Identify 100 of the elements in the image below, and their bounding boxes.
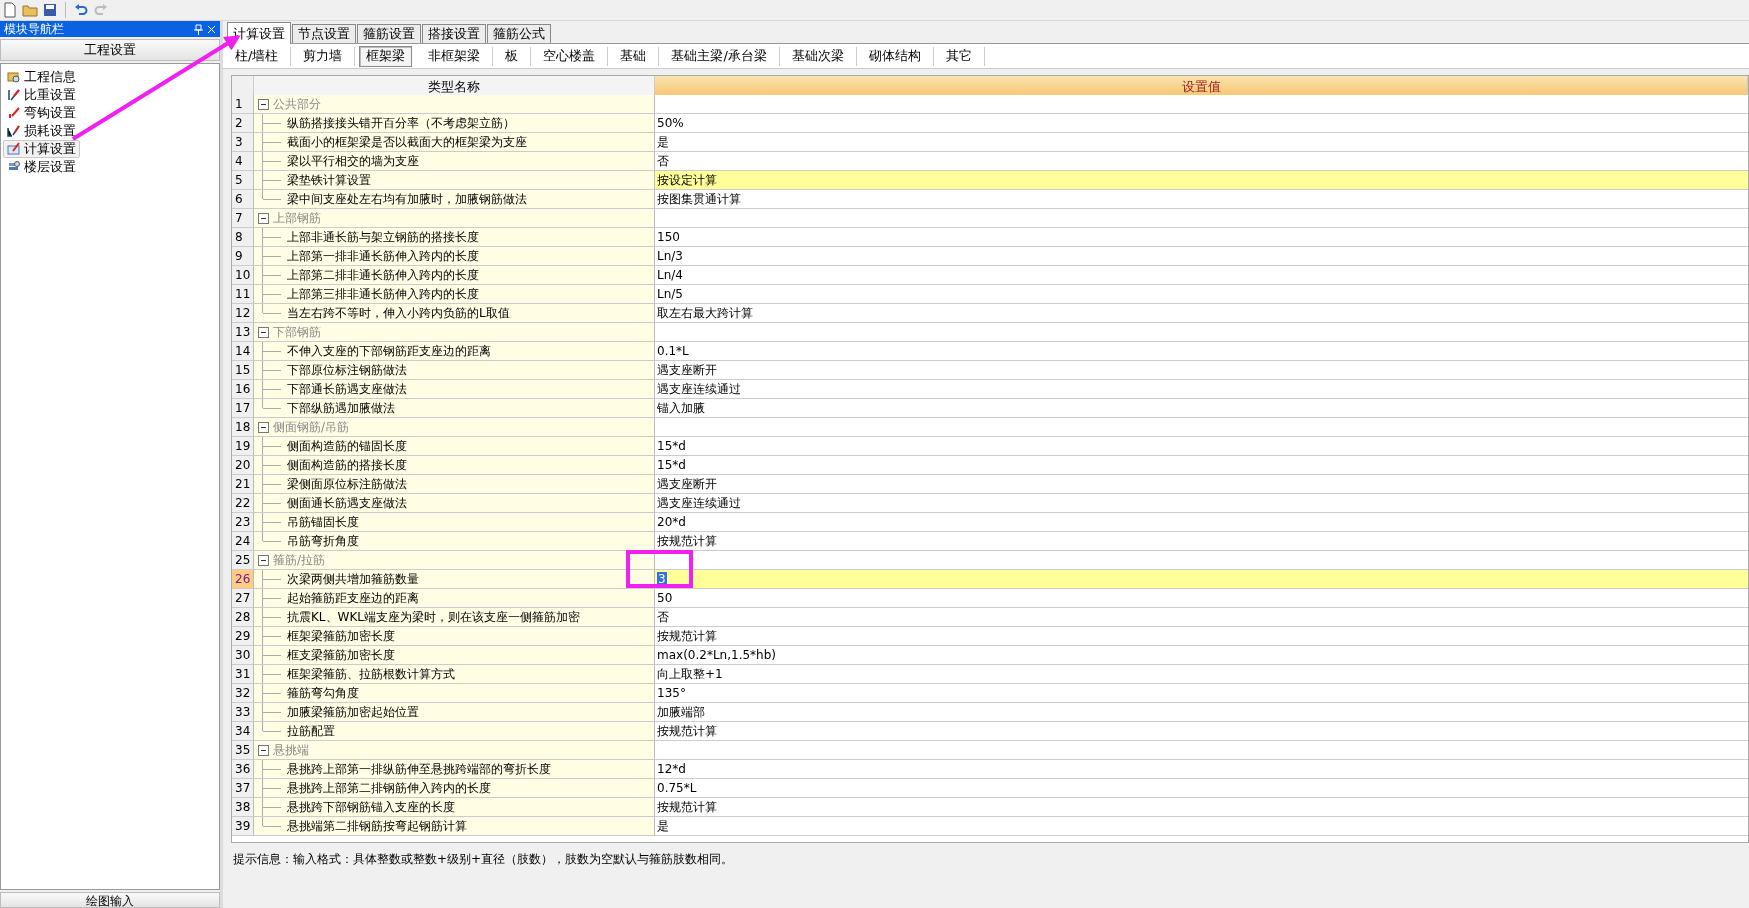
setting-value[interactable]: 50 <box>657 591 673 605</box>
row-number: 18 <box>232 418 254 437</box>
collapse-icon[interactable] <box>258 98 269 110</box>
category-tab[interactable]: 非框架梁 <box>416 46 494 66</box>
form-icon <box>7 142 21 156</box>
tab[interactable]: 搭接设置 <box>422 24 486 43</box>
category-tab[interactable]: 框架梁 <box>359 45 413 67</box>
setting-value[interactable]: 15*d <box>657 439 686 453</box>
setting-value[interactable]: 遇支座断开 <box>657 361 717 379</box>
row-number: 30 <box>232 646 254 665</box>
setting-value[interactable]: 向上取整+1 <box>657 665 723 683</box>
setting-value[interactable]: 遇支座连续通过 <box>657 494 741 512</box>
category-tab[interactable]: 基础次梁 <box>779 46 857 66</box>
collapse-icon[interactable] <box>258 744 269 756</box>
undo-icon[interactable] <box>73 2 89 18</box>
row-number: 26 <box>232 570 254 589</box>
setting-value[interactable]: Ln/4 <box>657 268 683 282</box>
setting-value[interactable]: 15*d <box>657 458 686 472</box>
nav-item[interactable]: 计算设置 <box>3 140 80 158</box>
setting-name: 侧面构造筋的锚固长度 <box>287 437 407 455</box>
section-header[interactable]: 工程设置 <box>0 39 220 61</box>
category-tab[interactable]: 其它 <box>933 46 985 66</box>
row-number: 13 <box>232 323 254 342</box>
collapse-icon[interactable] <box>258 326 269 338</box>
pencil-icon <box>7 124 21 138</box>
panel-title-bar: 模块导航栏 <box>0 21 220 37</box>
setting-name: 梁中间支座处左右均有加腋时，加腋钢筋做法 <box>287 190 527 208</box>
category-tab[interactable]: 基础主梁/承台梁 <box>659 46 780 66</box>
save-icon[interactable] <box>42 2 58 18</box>
setting-value[interactable]: 按规范计算 <box>657 532 717 550</box>
category-tab[interactable]: 柱/墙柱 <box>223 46 292 66</box>
row-number: 14 <box>232 342 254 361</box>
setting-value[interactable]: 按规范计算 <box>657 627 717 645</box>
close-icon[interactable] <box>207 24 216 34</box>
nav-item[interactable]: 弯钩设置 <box>3 104 80 122</box>
setting-value[interactable]: Ln/5 <box>657 287 683 301</box>
setting-name: 梁侧面原位标注筋做法 <box>287 475 407 493</box>
setting-value[interactable]: 按规范计算 <box>657 722 717 740</box>
setting-name: 悬挑跨上部第二排钢筋伸入跨内的长度 <box>287 779 491 797</box>
category-tab[interactable]: 砌体结构 <box>856 46 934 66</box>
setting-name: 吊筋弯折角度 <box>287 532 359 550</box>
setting-value[interactable]: max(0.2*Ln,1.5*hb) <box>657 648 776 662</box>
row-number: 28 <box>232 608 254 627</box>
row-number: 31 <box>232 665 254 684</box>
setting-value[interactable]: 0.75*L <box>657 781 697 795</box>
collapse-icon[interactable] <box>258 421 269 433</box>
setting-value[interactable]: 按规范计算 <box>657 798 717 816</box>
nav-item[interactable]: 楼层设置 <box>3 158 80 176</box>
setting-value[interactable]: 加腋端部 <box>657 703 705 721</box>
setting-value[interactable]: 3 <box>657 572 667 586</box>
setting-value[interactable]: Ln/3 <box>657 249 683 263</box>
category-tab[interactable]: 空心楼盖 <box>531 46 609 66</box>
row-number: 5 <box>232 171 254 190</box>
row-number: 27 <box>232 589 254 608</box>
hint-text: 提示信息：输入格式：具体整数或整数+级别+直径（肢数），肢数为空默认与箍筋肢数相同。 <box>233 851 735 868</box>
setting-value[interactable]: 遇支座连续通过 <box>657 380 741 398</box>
category-tab[interactable]: 剪力墙 <box>291 46 356 66</box>
collapse-icon[interactable] <box>258 212 269 224</box>
setting-value[interactable]: 20*d <box>657 515 686 529</box>
setting-value[interactable]: 0.1*L <box>657 344 689 358</box>
setting-name: 上部非通长筋与架立钢筋的搭接长度 <box>287 228 479 246</box>
setting-value[interactable]: 150 <box>657 230 680 244</box>
pencil-icon <box>7 106 21 120</box>
row-number: 25 <box>232 551 254 570</box>
magnifier-folder-icon <box>7 70 21 84</box>
collapse-icon[interactable] <box>258 554 269 566</box>
group-label: 悬挑端 <box>273 741 309 759</box>
setting-value[interactable]: 135° <box>657 686 686 700</box>
setting-name: 框架梁箍筋加密长度 <box>287 627 395 645</box>
row-number: 22 <box>232 494 254 513</box>
nav-item[interactable]: 比重设置 <box>3 86 80 104</box>
setting-value[interactable]: 否 <box>657 608 669 626</box>
setting-value[interactable]: 否 <box>657 152 669 170</box>
tab[interactable]: 箍筋公式 <box>487 24 551 43</box>
row-number: 33 <box>232 703 254 722</box>
tab[interactable]: 节点设置 <box>292 24 356 43</box>
category-tab[interactable]: 基础 <box>608 46 660 66</box>
setting-value[interactable]: 按图集贯通计算 <box>657 190 741 208</box>
folder-icon[interactable] <box>22 2 38 18</box>
setting-value[interactable]: 取左右最大跨计算 <box>657 304 753 322</box>
setting-name: 悬挑跨下部钢筋锚入支座的长度 <box>287 798 455 816</box>
setting-value[interactable]: 12*d <box>657 762 686 776</box>
setting-value[interactable]: 50% <box>657 116 684 130</box>
new-file-icon[interactable] <box>2 2 18 18</box>
setting-name: 箍筋弯勾角度 <box>287 684 359 702</box>
nav-item[interactable]: 工程信息 <box>3 68 80 86</box>
tab[interactable]: 箍筋设置 <box>357 24 421 43</box>
setting-value[interactable]: 锚入加腋 <box>657 399 705 417</box>
section-header[interactable]: 绘图输入 <box>0 892 220 908</box>
setting-value[interactable]: 按设定计算 <box>657 171 717 189</box>
setting-name: 不伸入支座的下部钢筋距支座边的距离 <box>287 342 491 360</box>
setting-name: 截面小的框架梁是否以截面大的框架梁为支座 <box>287 133 527 151</box>
setting-value[interactable]: 是 <box>657 133 669 151</box>
pin-icon[interactable] <box>194 23 203 35</box>
setting-value[interactable]: 遇支座断开 <box>657 475 717 493</box>
setting-value[interactable]: 是 <box>657 817 669 835</box>
row-number: 39 <box>232 817 254 836</box>
category-tab[interactable]: 板 <box>493 46 532 66</box>
group-label: 箍筋/拉筋 <box>273 551 326 569</box>
nav-item[interactable]: 损耗设置 <box>3 122 80 140</box>
